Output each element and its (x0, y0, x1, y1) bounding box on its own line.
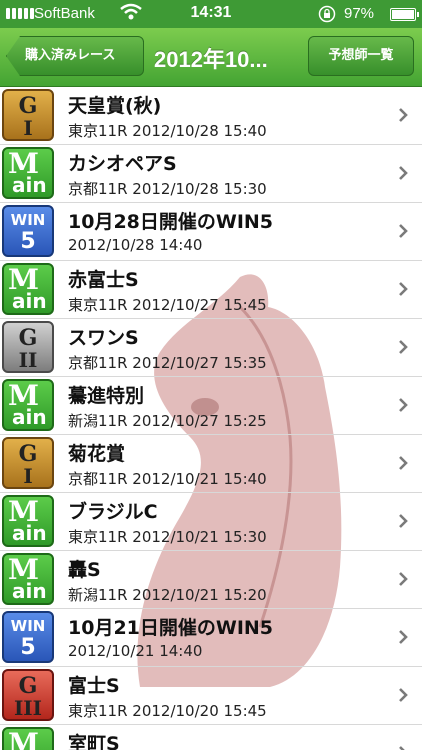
race-title: 赤富士S (68, 269, 139, 291)
chevron-right-icon (399, 108, 408, 122)
chevron-right-icon (399, 746, 405, 750)
back-button[interactable]: 購入済みレース (6, 36, 144, 76)
grade-g1-icon: GI (2, 437, 54, 489)
race-row[interactable]: G III 富士S 東京11R 2012/10/20 15:45 (0, 667, 422, 725)
race-subtitle: 東京11R 2012/10/27 15:45 (68, 296, 267, 314)
chevron-right-icon (399, 282, 408, 296)
race-title: 富士S (68, 675, 120, 697)
race-row[interactable]: WIN 5 10月21日開催のWIN5 2012/10/21 14:40 (0, 609, 422, 667)
navigation-bar: 購入済みレース 2012年10... 予想師一覧 (0, 28, 422, 87)
chevron-right-icon (399, 224, 408, 238)
race-row[interactable]: Main カシオペアS 京都11R 2012/10/28 15:30 (0, 145, 422, 203)
race-row[interactable]: Main 室町S (0, 725, 422, 750)
race-row[interactable]: Main 驀進特別新潟11R 2012/10/27 15:25 (0, 377, 422, 435)
badge-bottom-text: ain (12, 289, 47, 313)
page-title: 2012年10... (154, 47, 268, 72)
main-race-icon: Main (2, 147, 54, 199)
race-subtitle: 京都11R 2012/10/28 15:30 (68, 180, 267, 198)
race-title: カシオペアS (68, 153, 177, 175)
race-title: スワンS (68, 327, 139, 349)
grade-g3-icon: G III (2, 669, 54, 721)
battery-icon (390, 8, 419, 21)
main-race-icon: Main (2, 379, 54, 431)
chevron-right-icon (399, 630, 408, 644)
chevron-right-icon (399, 456, 408, 470)
race-row[interactable]: G I 天皇賞(秋) 東京11R 2012/10/28 15:40 (0, 87, 422, 145)
badge-bottom-text: III (13, 696, 43, 720)
main-race-icon: Main (2, 553, 54, 605)
race-title: ブラジルC (68, 501, 158, 523)
badge-top-text: WIN (10, 211, 46, 229)
race-subtitle: 2012/10/21 14:40 (68, 642, 203, 660)
badge-bottom-text: ain (12, 579, 47, 603)
race-subtitle: 2012/10/28 14:40 (68, 236, 203, 254)
badge-top-text: M (8, 727, 39, 750)
race-row[interactable]: G II スワンS 京都11R 2012/10/27 15:35 (0, 319, 422, 377)
badge-bottom-text: I (23, 464, 33, 488)
race-subtitle: 東京11R 2012/10/21 15:30 (68, 528, 267, 546)
race-subtitle: 京都11R 2012/10/21 15:40 (68, 470, 267, 488)
badge-bottom-text: 5 (20, 229, 36, 254)
race-title: 驀進特別 (68, 385, 145, 407)
race-subtitle: 東京11R 2012/10/28 15:40 (68, 122, 267, 140)
grade-g1-icon: GI (2, 89, 54, 141)
race-title: 菊花賞 (68, 443, 126, 465)
status-bar: SoftBank 14:31 97% (0, 0, 422, 28)
battery-percent: 97% (344, 5, 375, 22)
race-title: 室町S (68, 733, 120, 750)
badge-top-text: WIN (10, 617, 46, 635)
badge-bottom-text: ain (12, 405, 47, 429)
chevron-right-icon (399, 572, 408, 586)
chevron-right-icon (399, 340, 408, 354)
race-title: 10月28日開催のWIN5 (68, 211, 274, 233)
race-title: 10月21日開催のWIN5 (68, 617, 274, 639)
predictor-list-button[interactable]: 予想師一覧 (308, 36, 414, 76)
rotation-lock-icon (318, 5, 336, 23)
chevron-right-icon (399, 166, 408, 180)
badge-bottom-text: II (18, 348, 38, 372)
badge-bottom-text: 5 (20, 635, 36, 660)
race-title: 轟S (68, 559, 101, 581)
race-row[interactable]: Main ブラジルC 東京11R 2012/10/21 15:30 (0, 493, 422, 551)
badge-bottom-text: I (23, 116, 33, 140)
main-race-icon: Main (2, 495, 54, 547)
race-subtitle: 東京11R 2012/10/20 15:45 (68, 702, 267, 720)
race-subtitle: 京都11R 2012/10/27 15:35 (68, 354, 267, 372)
race-subtitle: 新潟11R 2012/10/21 15:20 (68, 586, 267, 604)
main-race-icon: Main (2, 727, 54, 750)
chevron-right-icon (399, 514, 408, 528)
badge-bottom-text: ain (12, 173, 47, 197)
win5-icon: WIN 5 (2, 205, 54, 257)
win5-icon: WIN 5 (2, 611, 54, 663)
race-row[interactable]: WIN 5 10月28日開催のWIN5 2012/10/28 14:40 (0, 203, 422, 261)
chevron-right-icon (399, 398, 408, 412)
race-list[interactable]: G I 天皇賞(秋) 東京11R 2012/10/28 15:40 Main カシオペアS… (0, 87, 422, 750)
race-row[interactable]: Main 轟S 新潟11R 2012/10/21 15:20 (0, 551, 422, 609)
main-race-icon: Main (2, 263, 54, 315)
race-row[interactable]: G I 菊花賞京都11R 2012/10/21 15:40 (0, 435, 422, 493)
grade-g2-icon: G II (2, 321, 54, 373)
badge-bottom-text: ain (12, 521, 47, 545)
race-row[interactable]: Main 赤富士S 東京11R 2012/10/27 15:45 (0, 261, 422, 319)
chevron-right-icon (399, 688, 408, 702)
race-subtitle: 新潟11R 2012/10/27 15:25 (68, 412, 267, 430)
race-title: 天皇賞(秋) (68, 95, 162, 117)
